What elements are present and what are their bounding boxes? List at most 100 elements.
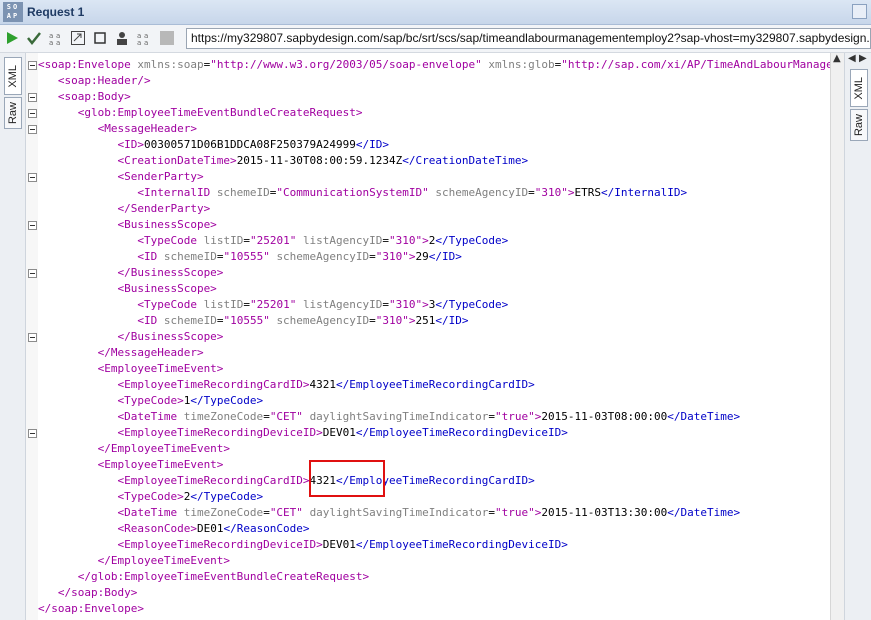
xml-token [303,410,310,423]
fold-toggle-icon[interactable] [28,269,37,278]
xml-line: <EmployeeTimeEvent> [38,457,224,473]
soap-logo-icon: SO AP [3,2,23,22]
xml-token: = [369,250,376,263]
xml-token: <TypeCode [38,234,204,247]
xml-line: <MessageHeader> [38,121,197,137]
xml-token: "true" [495,506,535,519]
request-toolbar: aaaa aaaa https://my329807.sapbydesign.c… [0,25,871,53]
tab-xml-label: XML [7,64,19,88]
xml-token: schemeID [163,250,217,263]
xml-token: listAgencyID [302,234,383,247]
xml-token: "CET" [269,506,303,519]
fold-toggle-icon[interactable] [28,61,37,70]
xml-token: "true" [495,410,535,423]
xml-token: "10555" [223,314,270,327]
xml-token: 2015-11-03T13:30:00 [541,506,668,519]
xml-line: <ID schemeID="10555" schemeAgencyID="310… [38,249,462,265]
xml-token [296,234,303,247]
xml-token: 29 [415,250,429,263]
xml-token: <EmployeeTimeRecordingDeviceID> [38,538,323,551]
xml-token: </glob:EmployeeTimeEventBundleCreateRequ… [38,570,370,583]
xml-token: = [243,298,250,311]
xml-token: </DateTime> [667,410,741,423]
xml-line: <TypeCode>2</TypeCode> [38,489,263,505]
validate-button[interactable] [25,29,43,47]
xml-token: </BusinessScope> [38,266,224,279]
fold-toggle-icon[interactable] [28,93,37,102]
tab-raw[interactable]: Raw [4,97,22,129]
request-title: Request 1 [27,5,85,19]
xml-token: 251 [415,314,436,327]
editor-scrollbar[interactable]: ▲ [830,53,844,620]
xml-token: </BusinessScope> [38,330,224,343]
fold-toggle-icon[interactable] [28,221,37,230]
xml-token: <DateTime [38,410,184,423]
xml-token: DEV01 [322,426,356,439]
xml-token: <MessageHeader> [38,122,197,135]
xml-line: <ID schemeID="10555" schemeAgencyID="310… [38,313,468,329]
xml-token: timeZoneCode [183,506,264,519]
xml-editor[interactable]: <soap:Envelope xmlns:soap = "http://www.w3… [38,53,830,620]
fold-toggle-icon[interactable] [28,333,37,342]
xml-line: </BusinessScope> [38,265,223,281]
xml-token: <DateTime [38,506,184,519]
xml-token: <EmployeeTimeRecordingDeviceID> [38,426,323,439]
xml-token: <InternalID [38,186,217,199]
tab-xml[interactable]: XML [4,57,22,95]
xml-line: <soap:Header/> [38,73,151,89]
xml-token: <BusinessScope> [38,282,217,295]
xml-token: xmlns:soap [137,58,204,71]
ws-b-button[interactable]: aaaa [135,29,153,47]
ws-a-button[interactable]: aaaa [47,29,65,47]
xml-token: daylightSavingTimeIndicator [309,410,489,423]
xml-token [296,298,303,311]
xml-token: </DateTime> [667,506,741,519]
create-endpoint-button[interactable] [69,29,87,47]
xml-line: <EmployeeTimeRecordingCardID>4321</Emplo… [38,473,534,489]
response-tab-xml[interactable]: XML [850,69,868,107]
xml-token: xmlns:glob [488,58,555,71]
xml-token: <ID [38,250,164,263]
scroll-up-icon[interactable]: ▲ [833,53,841,64]
response-tab-raw[interactable]: Raw [850,109,868,141]
xml-token: </soap:Envelope> [38,602,144,615]
xml-line: </MessageHeader> [38,345,204,361]
xml-token: > [422,298,429,311]
xml-token: <soap:Header/> [38,74,151,87]
auth-button[interactable] [113,29,131,47]
endpoint-url-input[interactable]: https://my329807.sapbydesign.com/sap/bc/… [186,28,871,49]
xml-token: </TypeCode> [435,298,509,311]
xml-line: <CreationDateTime>2015-11-30T08:00:59.12… [38,153,528,169]
xml-line: <DateTime timeZoneCode="CET" daylightSav… [38,409,740,425]
chevron-right-icon[interactable]: ▶ [859,53,867,64]
xml-token: listID [203,298,244,311]
xml-token: <soap:Body> [38,90,131,103]
xml-line: </BusinessScope> [38,329,223,345]
fold-toggle-icon[interactable] [28,109,37,118]
xml-token: <TypeCode> [38,490,184,503]
chevron-left-icon[interactable]: ◀ [848,53,856,64]
xml-line: <TypeCode listID="25201" listAgencyID="3… [38,233,508,249]
xml-line: <EmployeeTimeEvent> [38,361,224,377]
cancel-request-button[interactable] [91,29,109,47]
options-button[interactable] [158,29,176,47]
xml-line: <BusinessScope> [38,281,217,297]
xml-token: = [263,410,270,423]
fold-toggle-icon[interactable] [28,429,37,438]
xml-token: > [422,234,429,247]
highlight-annotation [309,460,385,497]
fold-toggle-icon[interactable] [28,173,37,182]
xml-token: = [488,410,495,423]
check-icon [27,32,41,46]
expand-window-icon [71,31,85,45]
xml-token: <ID [38,314,164,327]
xml-token: schemeAgencyID [435,186,529,199]
window-control-icon[interactable] [852,4,867,19]
submit-request-button[interactable] [3,29,21,47]
xml-token: </EmployeeTimeEvent> [38,442,231,455]
xml-token: <glob:EmployeeTimeEventBundleCreateReque… [38,106,363,119]
xml-line: <TypeCode listID="25201" listAgencyID="3… [38,297,508,313]
xml-token: "310" [389,298,423,311]
fold-toggle-icon[interactable] [28,125,37,134]
xml-token: </EmployeeTimeRecordingCardID> [336,378,535,391]
